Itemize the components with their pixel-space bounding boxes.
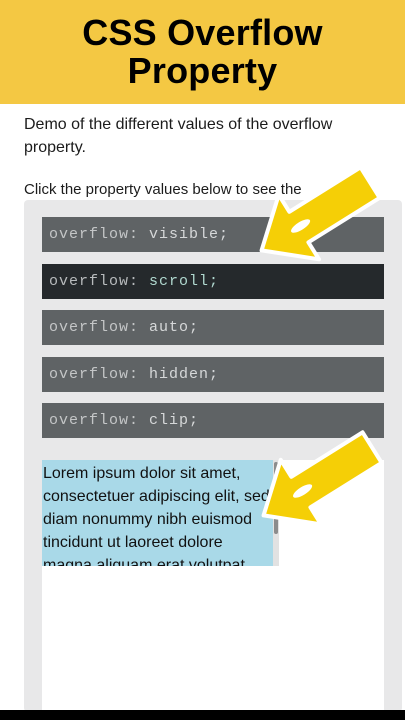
option-clip[interactable]: overflow: clip;	[42, 403, 384, 438]
option-property: overflow:	[49, 226, 140, 243]
title-banner: CSS Overflow Property	[0, 0, 405, 104]
option-property: overflow:	[49, 366, 140, 383]
option-property: overflow:	[49, 412, 140, 429]
option-visible[interactable]: overflow: visible;	[42, 217, 384, 252]
option-property: overflow:	[49, 273, 140, 290]
option-scroll[interactable]: overflow: scroll;	[42, 264, 384, 299]
overflow-demo-box[interactable]: Lorem ipsum dolor sit amet, consectetuer…	[42, 460, 279, 566]
option-value: hidden;	[149, 366, 220, 383]
banner-title-line-1: CSS Overflow	[82, 12, 323, 53]
result-area: Lorem ipsum dolor sit amet, consectetuer…	[42, 460, 384, 712]
option-auto[interactable]: overflow: auto;	[42, 310, 384, 345]
demo-panel: overflow: visible; overflow: scroll; ove…	[24, 200, 402, 712]
option-hidden[interactable]: overflow: hidden;	[42, 357, 384, 392]
page: CSS Overflow Property Demo of the differ…	[0, 0, 405, 720]
option-property: overflow:	[49, 319, 140, 336]
banner-title-line-2: Property	[127, 50, 278, 91]
bottom-bar	[0, 710, 405, 720]
scrollbar-thumb[interactable]	[274, 462, 278, 534]
option-value: clip;	[149, 412, 200, 429]
option-value: auto;	[149, 319, 200, 336]
option-value: scroll;	[149, 273, 220, 290]
intro-text: Demo of the different values of the over…	[24, 116, 333, 156]
option-value: visible;	[149, 226, 230, 243]
lorem-text: Lorem ipsum dolor sit amet, consectetuer…	[43, 465, 270, 566]
hint-text: Click the property values below to see t…	[24, 181, 302, 198]
scrollbar[interactable]	[273, 460, 279, 566]
